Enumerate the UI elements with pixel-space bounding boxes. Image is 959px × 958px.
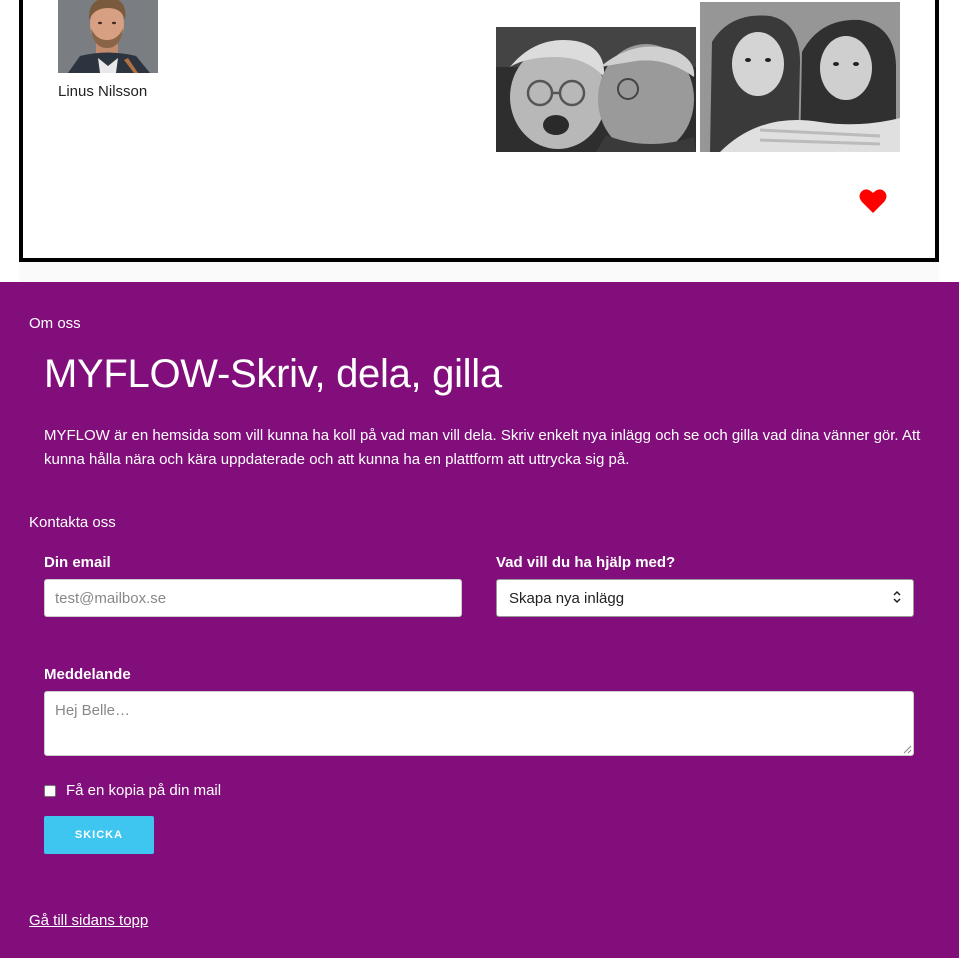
twin-girls-photo	[700, 2, 900, 152]
back-to-top-link[interactable]: Gå till sidans topp	[29, 912, 148, 929]
post-image-twin-girls[interactable]	[700, 2, 900, 152]
help-topic-select[interactable]: Skapa nya inlägg	[496, 579, 914, 617]
footer: Om oss MYFLOW-Skriv, dela, gilla MYFLOW …	[0, 282, 959, 958]
email-label: Din email	[44, 554, 111, 571]
message-textarea[interactable]	[44, 691, 914, 756]
copy-checkbox[interactable]	[44, 784, 56, 797]
copy-label[interactable]: Få en kopia på din mail	[66, 782, 221, 799]
about-label: Om oss	[29, 315, 81, 332]
help-topic-selected: Skapa nya inlägg	[509, 589, 625, 607]
avatar-photo	[58, 0, 158, 73]
message-label: Meddelande	[44, 666, 131, 683]
post-image-elderly-couple[interactable]	[496, 27, 696, 152]
about-text: MYFLOW är en hemsida som vill kunna ha k…	[44, 427, 921, 468]
contact-label: Kontakta oss	[29, 514, 116, 531]
avatar[interactable]	[58, 0, 158, 73]
copy-option-row: Få en kopia på din mail	[44, 782, 221, 799]
site-title: MYFLOW-Skriv, dela, gilla	[44, 352, 502, 396]
submit-button[interactable]: SKICKA	[44, 816, 154, 854]
elderly-couple-photo	[496, 27, 696, 152]
like-heart-icon[interactable]	[859, 188, 887, 214]
chevron-updown-icon	[893, 590, 901, 607]
author-name[interactable]: Linus Nilsson	[58, 83, 147, 100]
help-topic-label: Vad vill du ha hjälp med?	[496, 554, 676, 571]
post-card: Linus Nilsson	[19, 0, 939, 262]
section-divider	[19, 262, 939, 282]
email-field[interactable]	[44, 579, 462, 617]
resize-grip-icon[interactable]	[902, 744, 912, 754]
heart-shape	[859, 189, 887, 213]
